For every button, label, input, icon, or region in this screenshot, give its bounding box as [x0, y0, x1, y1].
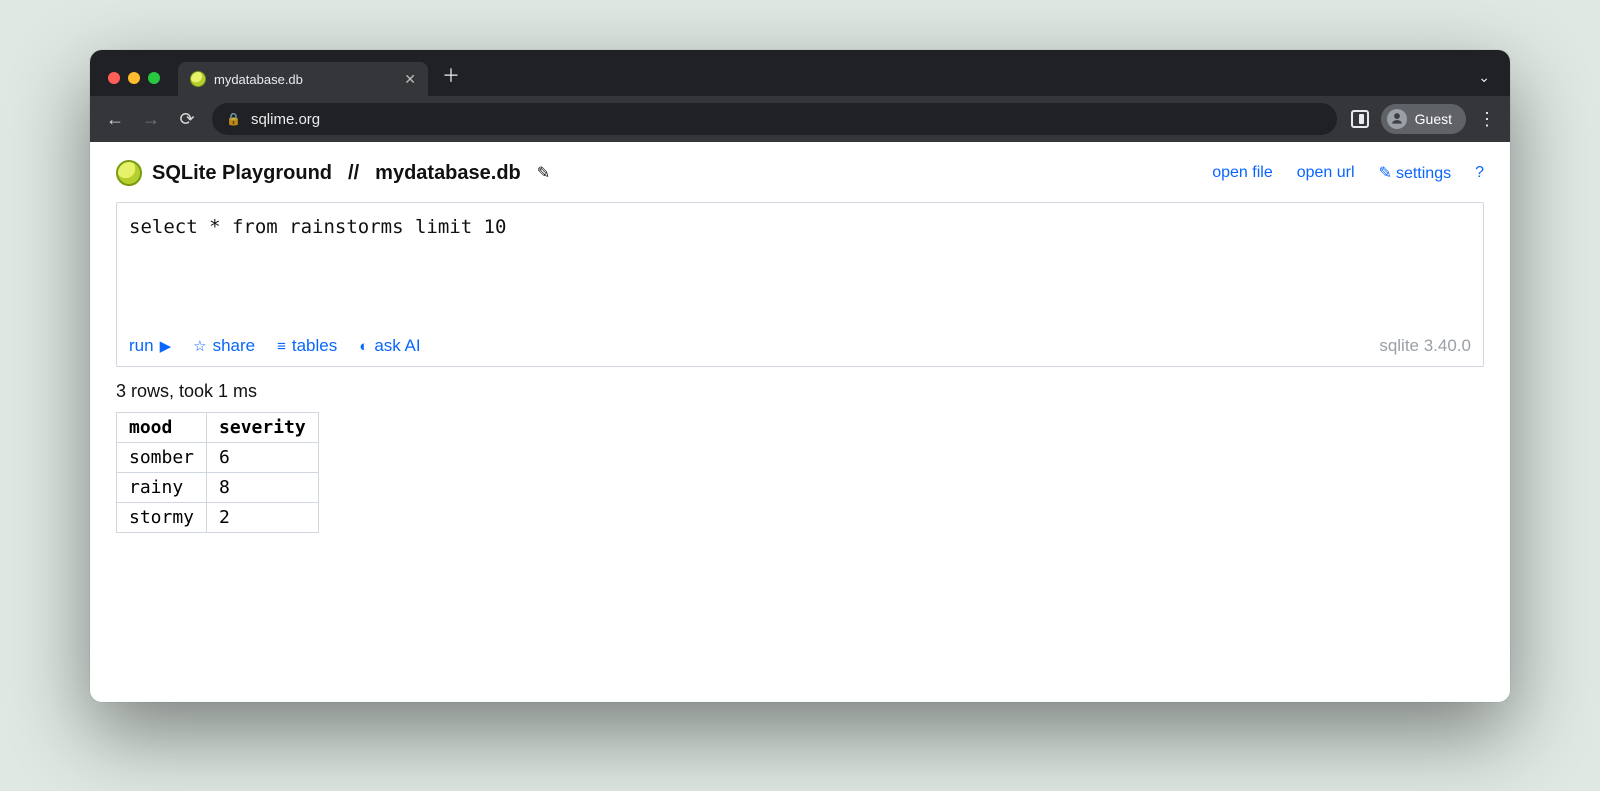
settings-link-label: settings [1396, 165, 1451, 182]
app-header: SQLite Playground // mydatabase.db ✎ ope… [116, 160, 1484, 186]
window-controls [108, 72, 160, 84]
tab-overflow-button[interactable]: ⌄ [1478, 69, 1490, 86]
table-row: rainy 8 [117, 473, 319, 503]
paperclip-icon: ✎ [1379, 165, 1392, 182]
ask-ai-button-label: ask AI [374, 336, 420, 356]
browser-toolbar: ← → ⟳ 🔒 sqlime.org Guest ⋮ [90, 96, 1510, 142]
lock-icon: 🔒 [226, 112, 241, 126]
app-title: SQLite Playground [152, 162, 332, 185]
result-cell: stormy [117, 503, 207, 533]
browser-tab[interactable]: mydatabase.db ✕ [178, 62, 428, 96]
table-row: stormy 2 [117, 503, 319, 533]
tab-title: mydatabase.db [214, 72, 396, 87]
close-tab-button[interactable]: ✕ [404, 72, 416, 86]
reload-button[interactable]: ⟳ [176, 109, 198, 130]
result-table: mood severity somber 6 rainy 8 stormy 2 [116, 412, 319, 533]
back-button[interactable]: ← [104, 109, 126, 130]
profile-button[interactable]: Guest [1381, 104, 1466, 134]
maximize-window-button[interactable] [148, 72, 160, 84]
rename-database-button[interactable]: ✎ [537, 163, 550, 183]
tables-button-label: tables [292, 336, 337, 356]
sqlite-version: sqlite 3.40.0 [1379, 336, 1471, 356]
result-header-cell: mood [117, 413, 207, 443]
star-icon: ☆ [193, 337, 206, 355]
address-bar[interactable]: 🔒 sqlime.org [212, 103, 1337, 135]
result-status: 3 rows, took 1 ms [116, 381, 1484, 402]
result-cell: 8 [207, 473, 319, 503]
ask-ai-button[interactable]: ◐ ask AI [359, 336, 420, 356]
tab-strip: mydatabase.db ✕ ＋ ⌄ [90, 50, 1510, 96]
browser-window: mydatabase.db ✕ ＋ ⌄ ← → ⟳ 🔒 sqlime.org G… [90, 50, 1510, 702]
side-panel-icon[interactable] [1351, 110, 1369, 128]
sphere-icon: ◐ [359, 338, 368, 355]
result-header-row: mood severity [117, 413, 319, 443]
editor-action-bar: run ▶ ☆ share ≡ tables ◐ ask AI sqlite 3… [117, 328, 1483, 366]
open-file-link[interactable]: open file [1212, 164, 1273, 182]
table-row: somber 6 [117, 443, 319, 473]
new-tab-button[interactable]: ＋ [442, 62, 460, 88]
open-url-link[interactable]: open url [1297, 164, 1355, 182]
run-button[interactable]: run ▶ [129, 336, 171, 356]
share-button[interactable]: ☆ share [193, 336, 255, 356]
browser-menu-button[interactable]: ⋮ [1478, 109, 1496, 130]
sql-editor-panel: run ▶ ☆ share ≡ tables ◐ ask AI sqlite 3… [116, 202, 1484, 367]
result-cell: 2 [207, 503, 319, 533]
result-cell: 6 [207, 443, 319, 473]
app-logo-icon [116, 160, 142, 186]
help-link[interactable]: ? [1475, 164, 1484, 182]
minimize-window-button[interactable] [128, 72, 140, 84]
close-window-button[interactable] [108, 72, 120, 84]
run-button-label: run [129, 336, 154, 356]
result-header-cell: severity [207, 413, 319, 443]
result-cell: rainy [117, 473, 207, 503]
page-content: SQLite Playground // mydatabase.db ✎ ope… [90, 142, 1510, 702]
tables-button[interactable]: ≡ tables [277, 336, 337, 356]
person-icon [1387, 109, 1407, 129]
list-icon: ≡ [277, 338, 286, 355]
result-cell: somber [117, 443, 207, 473]
toolbar-right: Guest ⋮ [1351, 104, 1496, 134]
tab-favicon-icon [190, 71, 206, 87]
address-bar-text: sqlime.org [251, 111, 320, 128]
settings-link[interactable]: ✎settings [1379, 163, 1452, 183]
database-name: mydatabase.db [375, 162, 521, 185]
forward-button[interactable]: → [140, 109, 162, 130]
breadcrumb-separator: // [348, 162, 359, 185]
sql-editor[interactable] [117, 203, 1483, 323]
share-button-label: share [213, 336, 256, 356]
profile-label: Guest [1415, 111, 1452, 127]
play-icon: ▶ [160, 337, 172, 355]
